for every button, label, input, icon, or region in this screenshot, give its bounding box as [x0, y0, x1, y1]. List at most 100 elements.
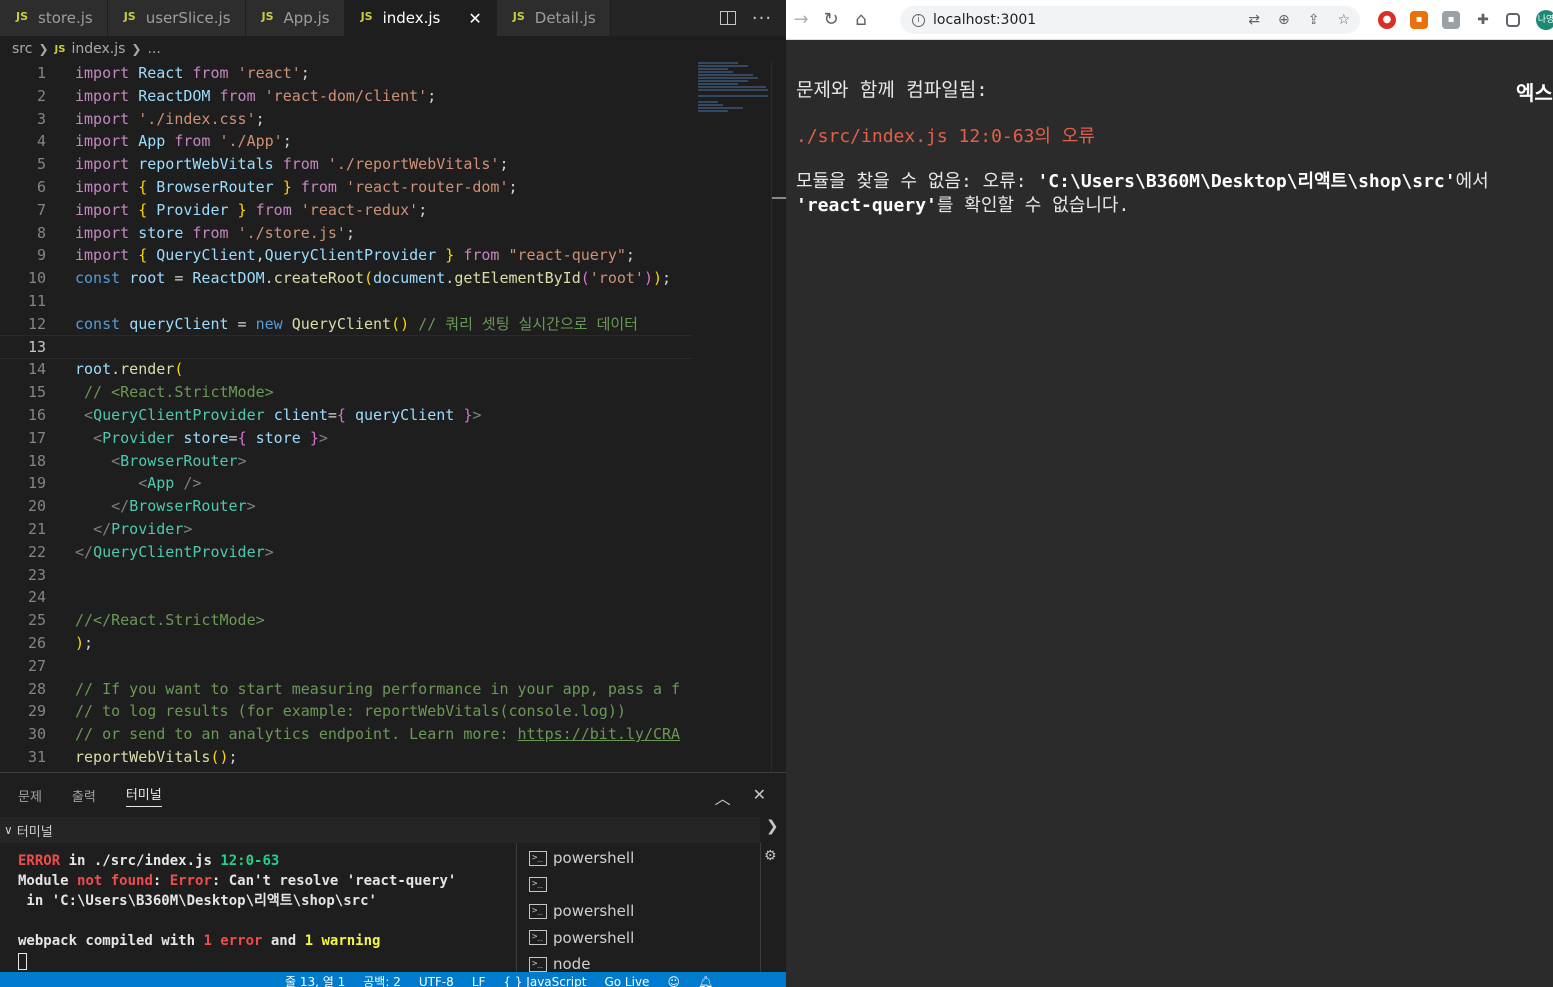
extension-icon[interactable]: ▪	[1442, 11, 1460, 29]
terminal-list: >_ powershell >_ >_ powershell >_ powershel…	[516, 843, 760, 973]
editor-scrollbar[interactable]	[771, 62, 786, 772]
js-file-icon: JS	[54, 43, 66, 55]
overlay-error-file[interactable]: ./src/index.js 12:0-63의 오류	[796, 122, 1095, 148]
status-encoding[interactable]: UTF-8	[419, 972, 454, 987]
code-editor[interactable]: 1 import React from 'react'; 2 import Reac…	[0, 62, 692, 772]
code-line: 21 </Provider>	[27, 519, 193, 538]
chevron-down-icon[interactable]: ∨	[4, 823, 13, 837]
omnibox-actions: ⇄ ⊕ ⇪ ☆	[1248, 12, 1350, 28]
overlay-error-message: 모듈을 찾을 수 없음: 오류: 'C:\Users\B360M\Desktop…	[796, 171, 1489, 216]
browser-toolbar: → ↻ ⌂ i localhost:3001 ⇄ ⊕ ⇪ ☆ ● ▪ ▪ ✚ 나…	[786, 0, 1553, 40]
overlay-close-button[interactable]: 엑스	[1516, 77, 1553, 106]
status-golive[interactable]: Go Live	[604, 972, 649, 987]
bookmark-star-icon[interactable]: ☆	[1337, 12, 1350, 28]
status-eol[interactable]: LF	[472, 972, 486, 987]
minimap[interactable]	[698, 62, 770, 132]
close-icon[interactable]: ✕	[753, 785, 766, 809]
code-line: 2 import ReactDOM from 'react-dom/client'…	[36, 86, 437, 105]
breadcrumb: src ❯ JS index.js ❯ ...	[0, 36, 786, 62]
url-text[interactable]: localhost:3001	[933, 12, 1036, 28]
feedback-icon[interactable]: ☺	[667, 972, 680, 987]
code-line: 9 import { QueryClient,QueryClientProvide…	[36, 246, 635, 265]
terminal-item[interactable]: >_ powershell	[529, 898, 760, 925]
avatar[interactable]: 나영	[1536, 10, 1553, 30]
chevron-right-icon: ❯	[131, 42, 142, 56]
forward-icon[interactable]: →	[786, 9, 816, 30]
terminal-item[interactable]: >_	[529, 872, 760, 899]
overlay-title: 문제와 함께 컴파일됨:	[796, 79, 988, 101]
reload-icon[interactable]: ↻	[816, 9, 846, 30]
terminal-item[interactable]: >_ powershell	[529, 845, 760, 872]
code-line: 28// If you want to start measuring perf…	[27, 679, 681, 698]
close-icon[interactable]: ✕	[468, 9, 481, 28]
code-line: 5 import reportWebVitals from './reportWe…	[36, 155, 509, 174]
tab-label: userSlice.js	[145, 9, 231, 27]
js-file-icon: JS	[512, 10, 525, 23]
tab-actions: ···	[706, 0, 786, 36]
vscode-window: JS store.js JS userSlice.js JS App.js JS ind…	[0, 0, 786, 987]
tab-app-js[interactable]: JS App.js	[245, 0, 345, 36]
code-line: 10 const root = ReactDOM.createRoot(docum…	[27, 269, 672, 288]
code-line: 22 </QueryClientProvider>	[27, 542, 274, 561]
breadcrumb-folder[interactable]: src	[12, 41, 32, 57]
tab-index-js[interactable]: JS index.js ✕	[344, 0, 497, 36]
code-line: 23	[27, 565, 46, 584]
split-editor-icon[interactable]	[719, 11, 736, 25]
status-cursor-position[interactable]: 줄 13, 열 1	[285, 972, 345, 987]
code-line: 25//</React.StrictMode>	[27, 611, 265, 630]
statusbar: 줄 13, 열 1 공백: 2 UTF-8 LF { } JavaScript …	[0, 972, 786, 987]
extensions: ● ▪ ▪ ✚	[1378, 11, 1520, 29]
code-line: 30// or send to an analytics endpoint. L…	[27, 725, 681, 744]
terminal-header-label: 터미널	[16, 824, 53, 840]
tab-problems[interactable]: 문제	[18, 786, 42, 805]
code-line-current: 13	[0, 334, 692, 360]
chevron-right-icon[interactable]: ❯	[766, 817, 779, 835]
code-line: 19 <App />	[27, 474, 202, 493]
code-line: 26);	[27, 633, 94, 652]
more-actions-icon[interactable]: ···	[752, 8, 772, 29]
address-bar[interactable]: i localhost:3001 ⇄ ⊕ ⇪ ☆	[900, 6, 1360, 34]
code-line: 3 import './index.css';	[36, 109, 265, 128]
home-icon[interactable]: ⌂	[846, 9, 876, 30]
tab-label: store.js	[38, 9, 93, 27]
tab-label: index.js	[382, 9, 441, 27]
editor-tabbar: JS store.js JS userSlice.js JS App.js JS ind…	[0, 0, 786, 36]
terminal-icon: >_	[529, 850, 547, 866]
share-icon[interactable]: ⇪	[1308, 12, 1320, 28]
breadcrumb-more[interactable]: ...	[147, 41, 160, 57]
chevron-up-icon[interactable]: ︿	[715, 785, 731, 809]
tab-terminal[interactable]: 터미널	[125, 784, 162, 807]
info-icon[interactable]: i	[912, 13, 925, 27]
terminal-icon: >_	[529, 877, 547, 893]
js-file-icon: JS	[360, 10, 373, 23]
status-language[interactable]: { } JavaScript	[503, 972, 586, 987]
terminal-output[interactable]: ERROR in ./src/index.js 12:0-63 Module n…	[0, 843, 516, 973]
status-indent[interactable]: 공백: 2	[363, 972, 401, 987]
extension-icon[interactable]: ▪	[1410, 11, 1428, 29]
terminal-icon: >_	[529, 956, 547, 972]
code-line: 20 </BrowserRouter>	[27, 497, 256, 516]
code-line: 18 <BrowserRouter>	[27, 451, 247, 470]
sidepanel-icon[interactable]	[1506, 13, 1520, 27]
code-line: 6 import { BrowserRouter } from 'react-ro…	[36, 177, 518, 196]
code-line: 17 <Provider store={ store }>	[27, 428, 328, 447]
js-file-icon: JS	[123, 10, 136, 23]
terminal-settings-icon[interactable]: ⚙	[764, 848, 777, 864]
tab-store-js[interactable]: JS store.js	[0, 0, 108, 36]
translate-icon[interactable]: ⇄	[1248, 12, 1260, 28]
zoom-icon[interactable]: ⊕	[1278, 12, 1290, 28]
code-line: 7 import { Provider } from 'react-redux';	[36, 200, 428, 219]
adblock-extension-icon[interactable]: ●	[1378, 11, 1396, 29]
tab-output[interactable]: 출력	[72, 786, 96, 805]
panel-actions: ︿ ✕	[715, 785, 766, 809]
bell-icon[interactable]: 🔔︎	[698, 972, 713, 987]
breadcrumb-file[interactable]: index.js	[71, 41, 125, 57]
tab-userslice-js[interactable]: JS userSlice.js	[107, 0, 246, 36]
code-line: 31 reportWebVitals();	[27, 747, 238, 766]
js-file-icon: JS	[16, 10, 29, 23]
terminal-header[interactable]: ∨ 터미널	[0, 817, 760, 843]
terminal-item[interactable]: >_ powershell	[529, 925, 760, 952]
tab-detail-js[interactable]: JS Detail.js	[496, 0, 611, 36]
js-file-icon: JS	[261, 10, 274, 23]
puzzle-icon[interactable]: ✚	[1474, 11, 1492, 29]
